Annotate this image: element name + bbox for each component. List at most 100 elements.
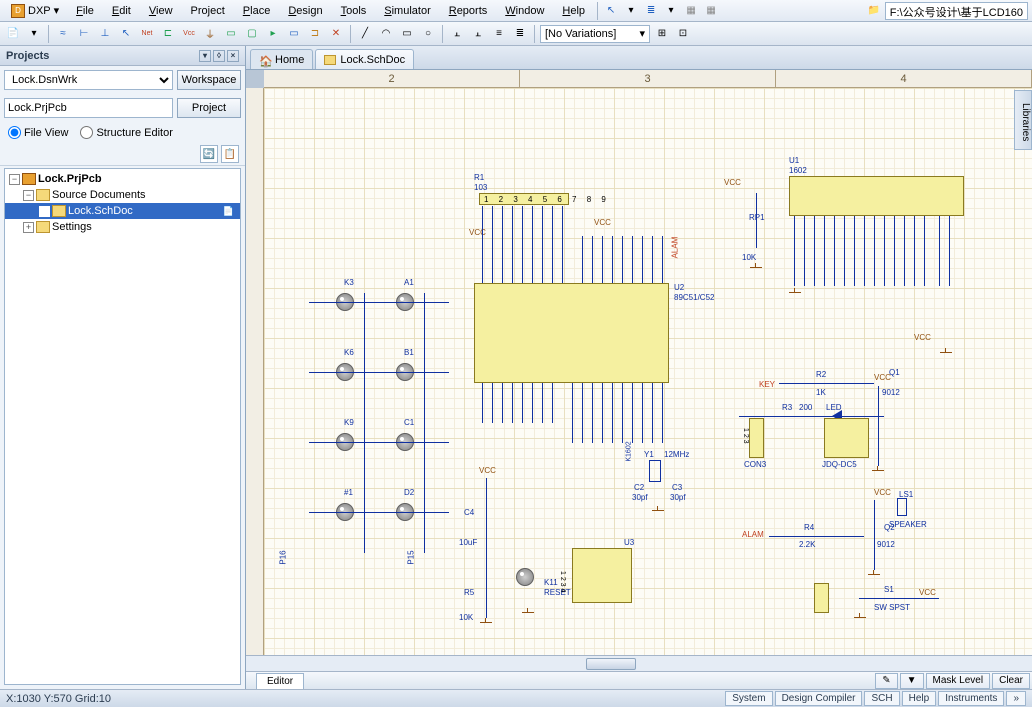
new-doc-icon[interactable]: 📄: [4, 25, 22, 43]
label-q2v: 9012: [877, 540, 895, 549]
panel-pin-icon[interactable]: ◊: [213, 50, 225, 62]
folder-icon[interactable]: 📁: [865, 2, 883, 20]
filter-icon[interactable]: ▼: [900, 673, 924, 689]
circle-icon[interactable]: ○: [419, 25, 437, 43]
project-tree[interactable]: − Lock.PrjPcb − Source Documents Lock.Sc…: [4, 168, 241, 685]
align2-icon[interactable]: ⫠: [469, 25, 487, 43]
path-field[interactable]: F:\公众号设计\基于LCD160: [885, 2, 1028, 20]
crystal-icon: [649, 460, 661, 482]
tool-dropdown2-icon[interactable]: ▾: [662, 2, 680, 20]
menu-window[interactable]: Window: [497, 2, 552, 20]
wire-icon[interactable]: ≈: [54, 25, 72, 43]
libraries-tab[interactable]: Libraries: [1014, 90, 1032, 150]
status-design-compiler[interactable]: Design Compiler: [775, 691, 863, 706]
bus-icon[interactable]: ⊢: [75, 25, 93, 43]
label-u2: U2: [674, 283, 684, 292]
netlabel-icon[interactable]: Net: [138, 25, 156, 43]
extra2-icon[interactable]: ⊡: [674, 25, 692, 43]
editor-tab[interactable]: Editor: [256, 673, 304, 689]
workspace-button[interactable]: Workspace: [177, 70, 241, 90]
projects-title: Projects: [6, 50, 49, 62]
tree-root[interactable]: − Lock.PrjPcb: [5, 171, 240, 187]
tool-filter-icon[interactable]: ≣: [642, 2, 660, 20]
mask-level-button[interactable]: Mask Level: [926, 673, 991, 689]
tree-settings[interactable]: + Settings: [5, 219, 240, 235]
cross-icon[interactable]: ✕: [327, 25, 345, 43]
structure-editor-radio[interactable]: Structure Editor: [80, 126, 172, 139]
menu-tools[interactable]: Tools: [333, 2, 375, 20]
entry-icon[interactable]: ▸: [264, 25, 282, 43]
variations-select[interactable]: [No Variations] ▾: [540, 25, 650, 43]
gnd-icon[interactable]: ⏚: [201, 25, 219, 43]
menu-simulator[interactable]: Simulator: [376, 2, 438, 20]
menu-bar: D DXP ▾ File Edit View Project Place Des…: [0, 0, 1032, 22]
tool-dropdown-icon[interactable]: ▾: [622, 2, 640, 20]
menu-help[interactable]: Help: [554, 2, 593, 20]
part-icon[interactable]: ▭: [222, 25, 240, 43]
power-icon[interactable]: Vcc: [180, 25, 198, 43]
menu-place[interactable]: Place: [235, 2, 279, 20]
project-field[interactable]: [4, 98, 173, 118]
refresh-icon[interactable]: 🔄: [200, 145, 218, 163]
rect-icon[interactable]: ▭: [398, 25, 416, 43]
schematic-canvas[interactable]: R1 103 1 2 3 4 5 6 7 8 9 VCC VCC VCC VCC…: [264, 88, 1032, 655]
status-system[interactable]: System: [725, 691, 772, 706]
menu-edit[interactable]: Edit: [104, 2, 139, 20]
status-help[interactable]: Help: [902, 691, 937, 706]
mcu-bot-pins: [482, 383, 672, 443]
line-icon[interactable]: ╱: [356, 25, 374, 43]
align3-icon[interactable]: ≡: [490, 25, 508, 43]
label-u1v: 1602: [789, 166, 807, 175]
menu-view[interactable]: View: [141, 2, 181, 20]
arc-icon[interactable]: ◠: [377, 25, 395, 43]
project-button[interactable]: Project: [177, 98, 241, 118]
label-k1602: K1602: [626, 441, 633, 461]
status-more-icon[interactable]: »: [1006, 691, 1026, 706]
device-icon[interactable]: ▭: [285, 25, 303, 43]
sheet-icon[interactable]: ▢: [243, 25, 261, 43]
dxp-menu[interactable]: D DXP ▾: [4, 2, 66, 20]
projects-title-bar: Projects ▾ ◊ ×: [0, 46, 245, 66]
extra1-icon[interactable]: ⊞: [653, 25, 671, 43]
clear-button[interactable]: Clear: [992, 673, 1030, 689]
scrollbar-thumb[interactable]: [586, 658, 636, 670]
gnd-icon: [872, 466, 884, 476]
separator: [534, 25, 535, 43]
expand-icon[interactable]: +: [23, 222, 34, 233]
dropdown-icon[interactable]: ▾: [25, 25, 43, 43]
align1-icon[interactable]: ⫠: [448, 25, 466, 43]
menu-design[interactable]: Design: [280, 2, 330, 20]
tree-schdoc[interactable]: Lock.SchDoc 📄: [5, 203, 240, 219]
file-view-radio[interactable]: File View: [8, 126, 68, 139]
menu-file[interactable]: File: [68, 2, 102, 20]
vcc-label: VCC: [914, 333, 931, 342]
align4-icon[interactable]: ≣: [511, 25, 529, 43]
harness-icon[interactable]: ⊐: [306, 25, 324, 43]
folder-icon: [36, 189, 50, 201]
signal-icon[interactable]: ⊥: [96, 25, 114, 43]
menu-reports[interactable]: Reports: [441, 2, 496, 20]
label-c4: C4: [464, 508, 474, 517]
label-r4: R4: [804, 523, 814, 532]
menu-project[interactable]: Project: [183, 2, 233, 20]
status-sch[interactable]: SCH: [864, 691, 899, 706]
status-instruments[interactable]: Instruments: [938, 691, 1004, 706]
panel-menu-icon[interactable]: ▾: [199, 50, 211, 62]
tree-source-docs[interactable]: − Source Documents: [5, 187, 240, 203]
pencil-icon[interactable]: ✎: [875, 673, 897, 689]
tool-select-icon[interactable]: ↖: [602, 2, 620, 20]
ruler-cell: 2: [264, 70, 520, 87]
report-icon[interactable]: 📋: [221, 145, 239, 163]
tab-schdoc[interactable]: Lock.SchDoc: [315, 49, 414, 69]
scrollbar-horizontal[interactable]: [246, 655, 1032, 671]
collapse-icon[interactable]: −: [23, 190, 34, 201]
panel-close-icon[interactable]: ×: [227, 50, 239, 62]
label-c2: C2: [634, 483, 644, 492]
net-icon[interactable]: ↖: [117, 25, 135, 43]
tab-home[interactable]: 🏠 Home: [250, 49, 313, 69]
tool-grid2-icon[interactable]: ▦: [702, 2, 720, 20]
port-icon[interactable]: ⊏: [159, 25, 177, 43]
workspace-select[interactable]: Lock.DsnWrk: [4, 70, 173, 90]
collapse-icon[interactable]: −: [9, 174, 20, 185]
tool-grid-icon[interactable]: ▦: [682, 2, 700, 20]
